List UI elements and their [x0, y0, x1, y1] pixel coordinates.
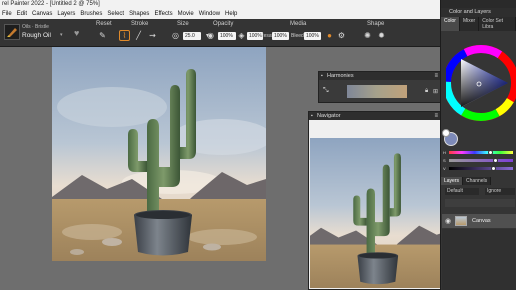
tab-channels[interactable]: Channels — [463, 177, 492, 185]
tab-color-set-libraries[interactable]: Color Set Libra — [479, 17, 516, 31]
size-icon: ◎ — [172, 31, 179, 40]
size-input[interactable]: 25.0 — [183, 32, 201, 40]
color-wheel[interactable] — [443, 37, 516, 133]
media-options-icon[interactable]: ⚙ — [336, 30, 347, 41]
grain-icon: ◈ — [238, 31, 245, 40]
shape-label: Shape — [367, 21, 385, 27]
dab-texture-icon[interactable]: ✹ — [376, 30, 387, 41]
chevron-down-icon: ▾ — [60, 32, 63, 38]
layers-list-area — [442, 229, 516, 290]
slider-s[interactable]: S — [443, 158, 515, 163]
favorite-heart-icon[interactable]: ♥ — [74, 28, 79, 38]
tab-color[interactable]: Color — [441, 17, 460, 31]
menu-canvas[interactable]: Canvas — [32, 9, 52, 19]
panel-grip-icon: ▪ — [321, 73, 323, 79]
slider-v-label: V — [443, 166, 446, 171]
navigator-preview[interactable] — [310, 138, 440, 288]
menu-movie[interactable]: Movie — [178, 9, 194, 19]
slider-s-label: S — [443, 158, 446, 163]
panel-grip-icon: ▪ — [311, 113, 313, 119]
navigator-panel-header[interactable]: ▪ Navigator ≡ — [309, 112, 440, 120]
menu-select[interactable]: Select — [107, 9, 124, 19]
menu-bar: File Edit Canvas Layers Brushes Select S… — [0, 9, 440, 19]
layer-row[interactable]: ◉ Canvas — [442, 214, 516, 228]
menu-shapes[interactable]: Shapes — [129, 9, 149, 19]
color-sliders: H S V — [443, 150, 515, 172]
additional-color-swatch[interactable] — [442, 129, 450, 137]
property-bar: Oils · Bristle Rough Oil ▾ ♥ Reset ✎ Str… — [0, 19, 440, 47]
dirty-mode-icon[interactable]: ● — [324, 30, 335, 41]
dock-toolbar — [441, 0, 516, 8]
panel-menu-icon[interactable]: ≡ — [434, 72, 438, 80]
slider-v[interactable]: V — [443, 166, 515, 171]
color-and-layers-title: Color and Layers — [449, 9, 491, 15]
navigator-title: Navigator — [317, 113, 341, 119]
slider-v-track — [449, 167, 513, 170]
menu-layers[interactable]: Layers — [57, 9, 75, 19]
menu-brushes[interactable]: Brushes — [80, 9, 102, 19]
color-and-layers-header[interactable]: Color and Layers — [441, 8, 516, 17]
layer-tabs: Layers Channels — [441, 177, 516, 185]
slider-h-track — [449, 151, 513, 154]
panel-menu-icon[interactable]: ≡ — [434, 112, 438, 120]
slider-h-thumb[interactable] — [488, 150, 494, 155]
opacity-icon: ◉ — [207, 31, 214, 40]
harmony-options-icon[interactable]: ⊞ — [433, 88, 438, 95]
menu-edit[interactable]: Edit — [17, 9, 27, 19]
eye-icon[interactable]: ◉ — [445, 217, 451, 225]
harmonies-panel: ▪ Harmonies ≡ ⤡ 🔒︎ ⊞ — [318, 71, 441, 103]
blend-mode-select[interactable]: Default — [445, 188, 479, 195]
slider-v-thumb[interactable] — [491, 166, 497, 171]
color-tabs: Color Mixer Color Set Libra — [441, 17, 516, 31]
harmonies-panel-header[interactable]: ▪ Harmonies ≡ — [319, 72, 440, 80]
reset-tool-icon[interactable]: ✎ — [97, 30, 108, 41]
layer-options-bar — [445, 199, 515, 207]
menu-help[interactable]: Help — [225, 9, 237, 19]
navigator-panel: ▪ Navigator ≡ — [308, 111, 441, 290]
opacity-input[interactable]: 100% — [218, 32, 236, 40]
tab-mixer[interactable]: Mixer — [459, 17, 480, 31]
reset-label: Reset — [96, 21, 112, 27]
composite-select[interactable]: Ignore — [485, 188, 515, 195]
brush-variant: Rough Oil — [22, 32, 51, 39]
layer-thumbnail — [455, 216, 467, 226]
lock-icon[interactable]: 🔒︎ — [425, 88, 428, 95]
bleed-label: Bleed — [291, 33, 304, 39]
harmony-color-swatch[interactable] — [347, 85, 407, 98]
menu-window[interactable]: Window — [199, 9, 220, 19]
menu-file[interactable]: File — [2, 9, 12, 19]
media-label: Media — [290, 21, 307, 27]
straight-line-icon[interactable]: ╱ — [133, 30, 144, 41]
stroke-label: Stroke — [131, 21, 149, 27]
opacity-label: Opacity — [213, 21, 234, 27]
window-title: rel Painter 2022 - [Untitled 2 @ 75%] — [0, 0, 440, 9]
brush-category: Oils · Bristle — [22, 24, 49, 30]
slider-h-label: H — [443, 150, 446, 155]
brush-dab-icon — [4, 24, 20, 40]
harmony-rule-icon[interactable]: ⤡ — [323, 87, 331, 95]
tab-layers[interactable]: Layers — [441, 177, 464, 185]
menu-effects[interactable]: Effects — [154, 9, 172, 19]
resat-input[interactable]: 100% — [272, 32, 289, 40]
brush-selector[interactable]: Oils · Bristle Rough Oil ▾ ♥ — [2, 22, 86, 44]
layer-name: Canvas — [472, 218, 491, 224]
bleed-input[interactable]: 100% — [304, 32, 321, 40]
dab-shape-icon[interactable]: ✺ — [362, 30, 373, 41]
canvas-painting[interactable] — [52, 47, 266, 261]
size-label: Size — [177, 21, 189, 27]
slider-h[interactable]: H — [443, 150, 515, 155]
slider-s-track — [449, 159, 513, 162]
slider-s-thumb[interactable] — [492, 158, 498, 163]
freehand-stroke-icon[interactable]: ⌇ — [119, 30, 130, 41]
harmonies-title: Harmonies — [327, 73, 354, 79]
right-dock: Color and Layers Color Mixer Color Set L… — [440, 0, 516, 290]
stroke-options-icon[interactable]: ⇝ — [147, 30, 158, 41]
